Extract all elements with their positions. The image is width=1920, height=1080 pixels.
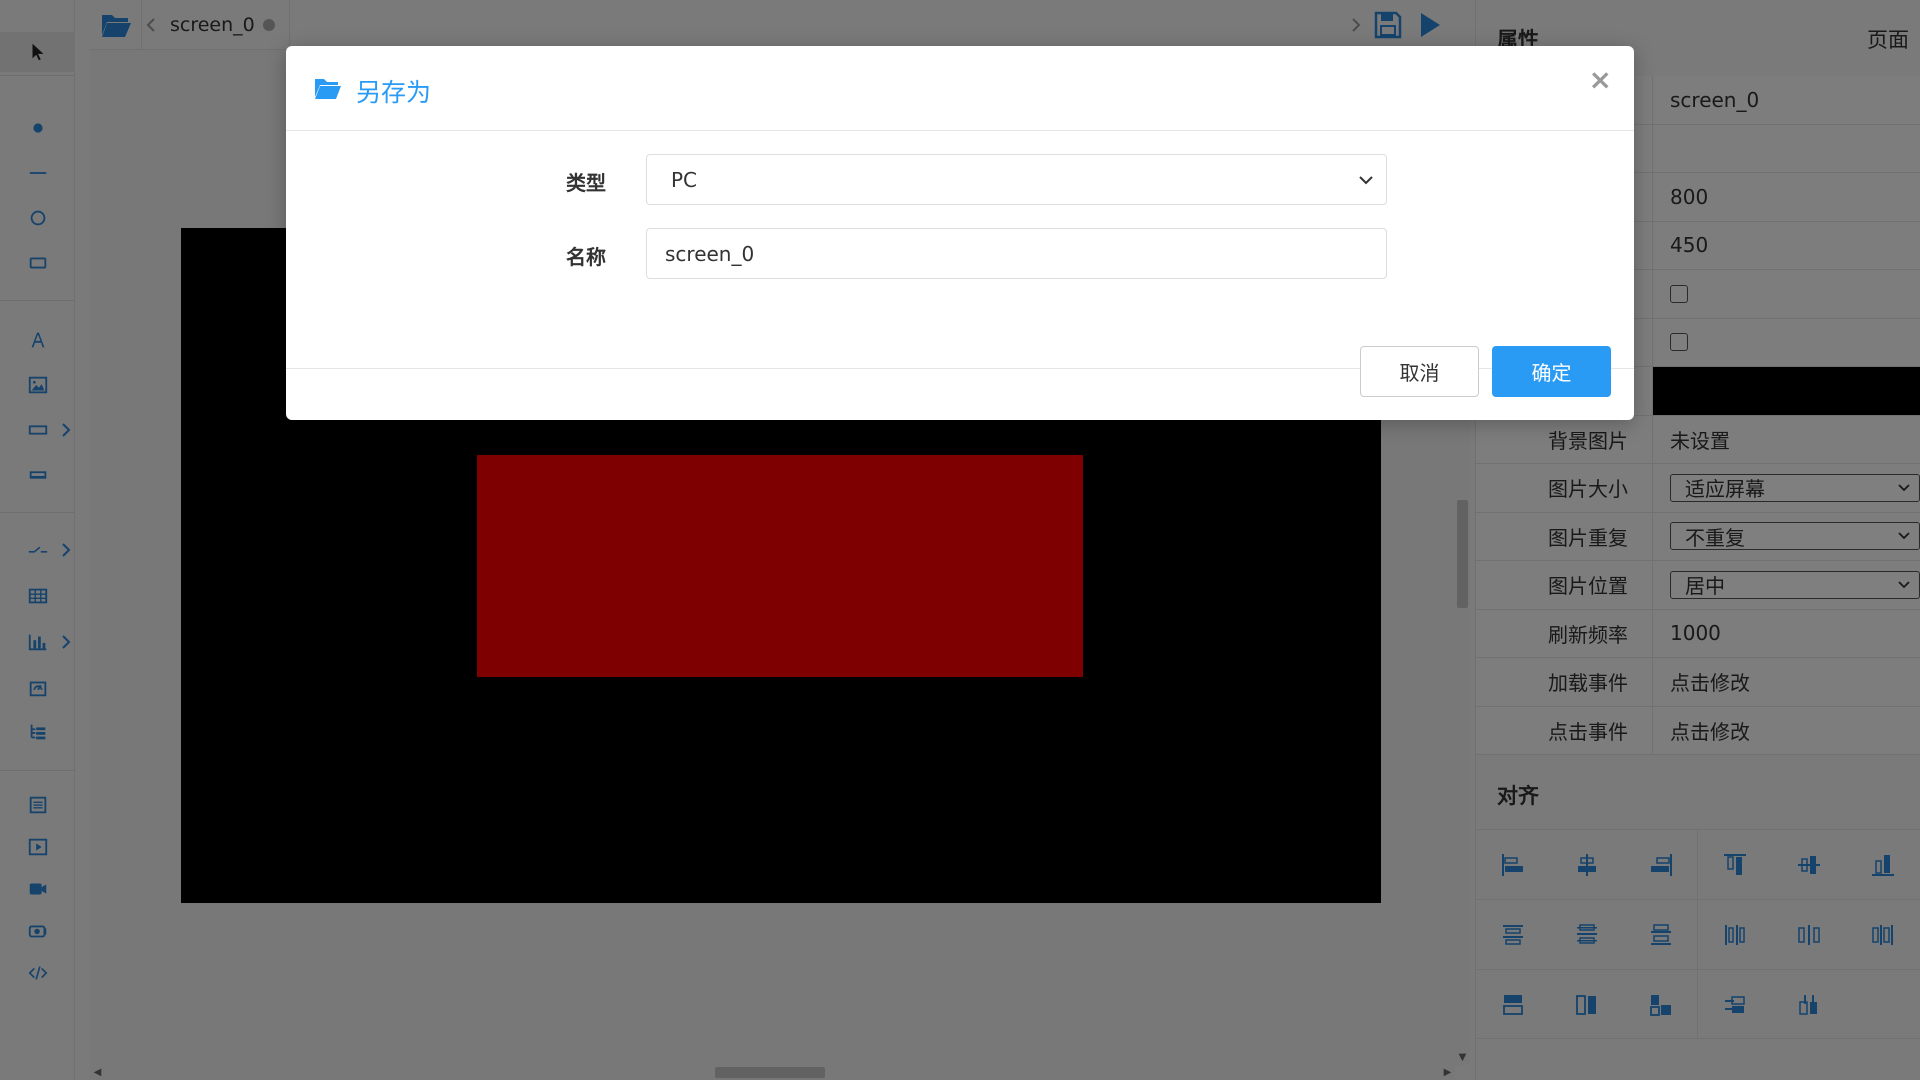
confirm-button[interactable]: 确定: [1492, 346, 1611, 397]
save-as-dialog: 另存为 × 类型 PC 名称 取消 确定: [286, 46, 1634, 420]
cancel-button[interactable]: 取消: [1360, 346, 1479, 397]
type-label: 类型: [566, 171, 606, 195]
chevron-down-icon: [1359, 175, 1373, 184]
dialog-header: 另存为 ×: [286, 46, 1634, 131]
dialog-title: 另存为: [356, 78, 432, 107]
name-label: 名称: [566, 245, 606, 269]
name-input[interactable]: [646, 228, 1387, 279]
dialog-body: 类型 PC 名称: [286, 131, 1634, 369]
type-select[interactable]: PC: [646, 154, 1387, 205]
type-selected-value: PC: [671, 167, 698, 192]
folder-open-icon: [315, 79, 341, 99]
close-icon[interactable]: ×: [1589, 66, 1612, 94]
